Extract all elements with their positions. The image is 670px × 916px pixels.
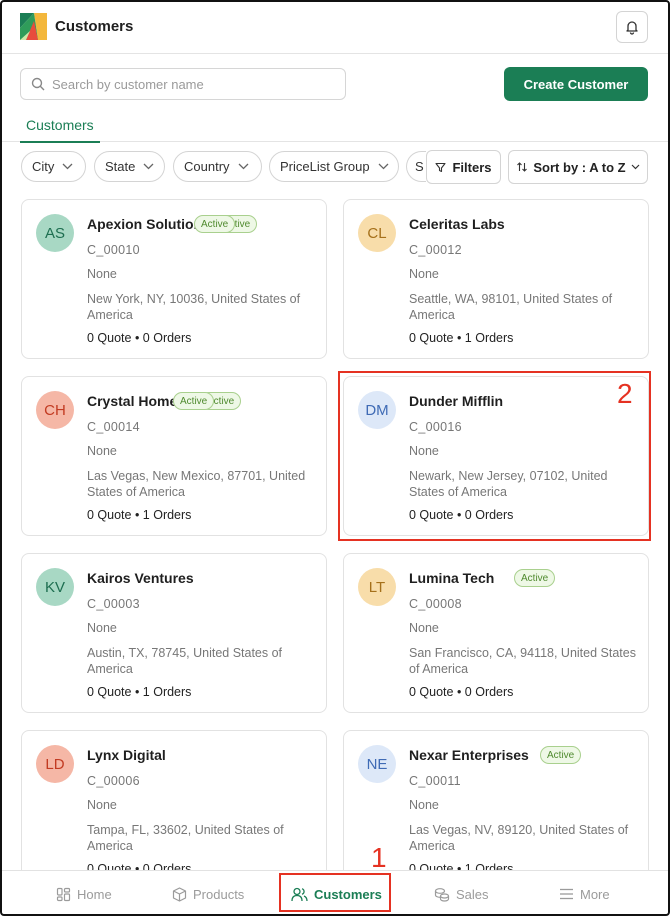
- truncated-filter-chip[interactable]: S: [406, 151, 426, 182]
- customer-address: Austin, TX, 78745, United States of Amer…: [87, 646, 283, 676]
- customer-card[interactable]: LT Lumina Tech Active C_00008 None San Franci…: [343, 553, 649, 713]
- app-logo: [20, 13, 47, 40]
- customer-avatar: LD: [36, 745, 74, 783]
- customer-address: Las Vegas, New Mexico, 87701, United Sta…: [87, 469, 306, 499]
- customer-avatar: KV: [36, 568, 74, 606]
- customer-name: Kairos Ventures: [87, 570, 194, 586]
- menu-icon: [560, 888, 573, 900]
- customer-code: C_00011: [409, 774, 461, 788]
- sort-label: Sort by : A to Z: [533, 159, 626, 175]
- nav-label: More: [580, 886, 610, 902]
- funnel-icon: [435, 162, 447, 172]
- status-badge: Active: [540, 746, 582, 764]
- customer-stats: 0 Quote • 0 Orders: [409, 685, 514, 699]
- customer-card[interactable]: AS Apexion Solutions Active C_00010 None New …: [21, 199, 327, 359]
- customer-code: C_00014: [87, 420, 140, 434]
- chip-label: State: [105, 159, 136, 174]
- search-icon: [31, 77, 45, 91]
- city-filter-chip[interactable]: City: [21, 151, 86, 182]
- customer-code: C_00003: [87, 597, 140, 611]
- customer-code: C_00008: [409, 597, 462, 611]
- customer-type: None: [87, 798, 117, 812]
- customer-type: None: [409, 267, 439, 281]
- customer-type: None: [87, 621, 117, 635]
- tab-bar: Customers: [0, 108, 670, 143]
- bell-icon: [626, 21, 638, 35]
- box-icon: [172, 886, 187, 902]
- chevron-down-icon: [62, 163, 73, 170]
- status-badge: Active: [194, 215, 236, 233]
- customer-code: C_00010: [87, 243, 140, 257]
- nav-products[interactable]: Products: [172, 871, 244, 916]
- tab-customers[interactable]: Customers: [20, 108, 100, 143]
- nav-label: Sales: [456, 886, 489, 902]
- search-box[interactable]: [20, 68, 346, 100]
- customer-avatar: CL: [358, 214, 396, 252]
- chevron-down-icon: [378, 163, 389, 170]
- customer-address: Tampa, FL, 33602, United States of Ameri…: [87, 823, 284, 853]
- status-badge: Active: [514, 569, 556, 587]
- sort-arrows-icon: [517, 162, 528, 172]
- annotation-label-1: 1: [371, 842, 387, 873]
- country-filter-chip[interactable]: Country: [173, 151, 262, 182]
- customer-name: Crystal Homes: [87, 393, 186, 409]
- filter-bar: City State Country PriceList Group S Fil…: [0, 150, 670, 184]
- annotation-box-1: [279, 873, 391, 912]
- customer-type: None: [409, 621, 439, 635]
- customer-avatar: LT: [358, 568, 396, 606]
- filters-label: Filters: [452, 159, 492, 175]
- customer-type: None: [87, 267, 117, 281]
- customer-address: New York, NY, 10036, United States of Am…: [87, 292, 301, 322]
- customer-stats: 0 Quote • 1 Orders: [87, 685, 192, 699]
- nav-label: Products: [193, 886, 245, 902]
- chevron-down-icon: [631, 164, 640, 170]
- customer-name: Apexion Solutions: [87, 216, 210, 232]
- customer-address: San Francisco, CA, 94118, United States …: [409, 646, 636, 676]
- nav-more[interactable]: More: [559, 871, 610, 916]
- notifications-button[interactable]: [616, 11, 648, 43]
- chip-label: City: [32, 159, 55, 174]
- sort-button[interactable]: Sort by : A to Z: [508, 150, 648, 184]
- customer-avatar: AS: [36, 214, 74, 252]
- customer-stats: 0 Quote • 1 Orders: [409, 331, 514, 345]
- status-badge: Active: [173, 392, 215, 410]
- coins-icon: [434, 887, 450, 902]
- customer-type: None: [87, 444, 117, 458]
- chevron-down-icon: [143, 163, 154, 170]
- customer-name: Lynx Digital: [87, 747, 166, 763]
- customer-stats: 0 Quote • 1 Orders: [87, 508, 192, 522]
- annotation-label-2: 2: [617, 378, 633, 409]
- state-filter-chip[interactable]: State: [94, 151, 165, 182]
- filters-button[interactable]: Filters: [426, 150, 501, 184]
- chip-label: PriceList Group: [280, 159, 370, 174]
- customer-avatar: NE: [358, 745, 396, 783]
- customer-code: C_00012: [409, 243, 462, 257]
- chevron-down-icon: [238, 163, 248, 170]
- app-header: Customers: [0, 0, 670, 54]
- nav-home[interactable]: Home: [56, 871, 112, 916]
- customer-name: Lumina Tech: [409, 570, 495, 586]
- customer-name: Celeritas Labs: [409, 216, 505, 232]
- annotation-box-2: [338, 371, 651, 541]
- customer-address: Seattle, WA, 98101, United States of Ame…: [409, 292, 613, 322]
- customer-card[interactable]: KV Kairos Ventures Active C_00003 None Austin…: [21, 553, 554, 713]
- chip-label: Country: [184, 159, 230, 174]
- home-icon: [56, 887, 71, 901]
- customer-address: Las Vegas, NV, 89120, United States of A…: [409, 823, 629, 853]
- customer-code: C_00006: [87, 774, 140, 788]
- customer-card[interactable]: LDLynx DigitalActiveC_00006NoneTampa, FL…: [21, 730, 546, 890]
- pricelist-group-filter-chip[interactable]: PriceList Group: [269, 151, 399, 182]
- search-input[interactable]: [52, 76, 322, 92]
- customer-card[interactable]: CL Celeritas Labs Active C_00012 None Seattle…: [194, 199, 649, 359]
- customer-avatar: CH: [36, 391, 74, 429]
- nav-label: Home: [77, 886, 112, 902]
- create-customer-button[interactable]: Create Customer: [504, 67, 648, 101]
- page-title: Customers: [55, 18, 134, 35]
- nav-sales[interactable]: Sales: [434, 871, 489, 916]
- customer-name: Nexar Enterprises: [409, 747, 529, 763]
- customer-type: None: [409, 798, 439, 812]
- customer-stats: 0 Quote • 0 Orders: [87, 331, 192, 345]
- customer-card[interactable]: NE Nexar Enterprises Active C_00011 None Las …: [343, 730, 649, 890]
